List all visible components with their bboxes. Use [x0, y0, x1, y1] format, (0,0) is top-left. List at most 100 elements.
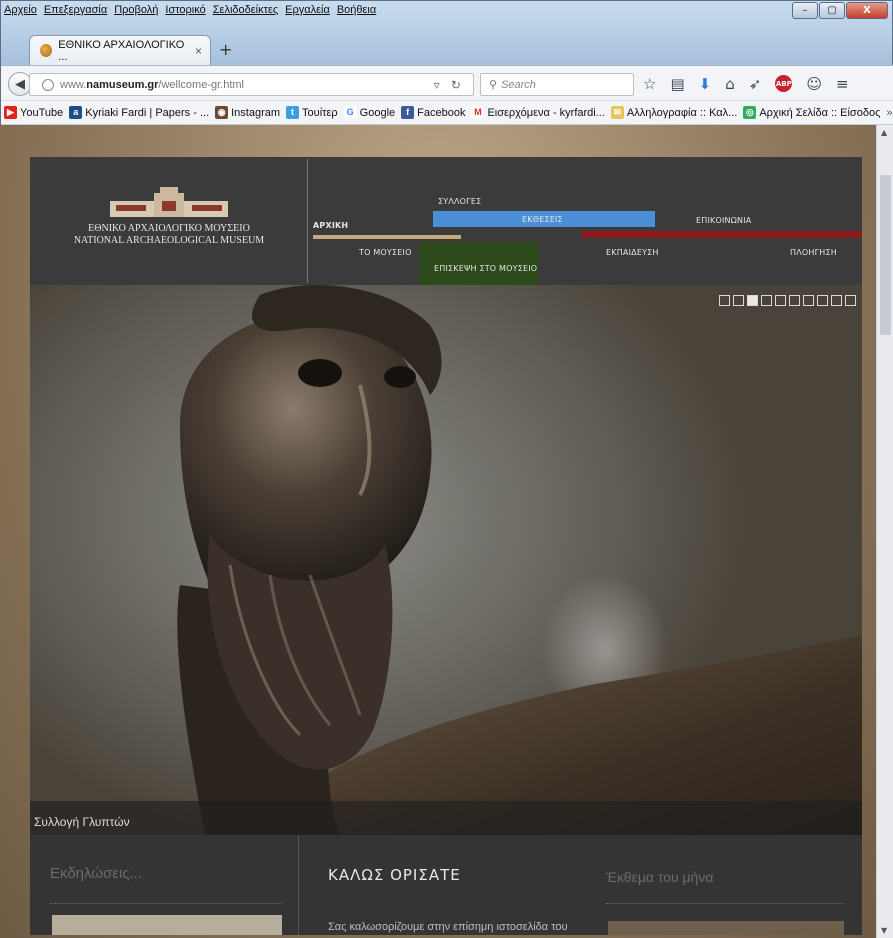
search-input[interactable]: ⚲ Search [480, 73, 634, 96]
bottom-panels: Εκδηλώσεις... ΚΑΛΩΣ ΟΡΙΣΑΤΕ Σας καλωσορί… [30, 835, 862, 935]
zeus-bronze-statue-image [177, 285, 862, 835]
menu-file[interactable]: Αρχείο [4, 4, 37, 16]
nav-contact[interactable]: ΕΠΙΚΟΙΝΩΝΙΑ [696, 216, 751, 225]
minimize-button[interactable]: – [792, 2, 818, 19]
send-icon[interactable]: ➶ [749, 75, 762, 93]
url-text: www.namuseum.gr/wellcome-gr.html [60, 78, 244, 91]
bookmark-label: Αλληλογραφία :: Καλ... [626, 106, 738, 119]
menu-edit[interactable]: Επεξεργασία [44, 4, 107, 16]
scroll-up-icon[interactable]: ▲ [881, 128, 887, 137]
navigation-toolbar: ◀ www.namuseum.gr/wellcome-gr.html ▿ ↻ ⚲… [1, 65, 893, 101]
hamburger-menu-icon[interactable]: ≡ [836, 75, 849, 93]
nav-education[interactable]: ΕΚΠΑΙΔΕΥΣΗ [606, 248, 659, 257]
toolbar-icons: ☆ ▤ ⬇ ⌂ ➶ ABP ☺ ≡ [643, 75, 849, 93]
reload-icon[interactable]: ▿ ↻ [434, 78, 465, 92]
nav-museum[interactable]: ΤΟ ΜΟΥΣΕΙΟ [359, 248, 412, 257]
instagram-icon: ◉ [215, 106, 229, 119]
nav-collections[interactable]: ΣΥΛΛΟΓΕΣ [438, 197, 481, 206]
bookmark-item[interactable]: M Εισερχόμενα - kyrfardi... [471, 106, 605, 119]
slider-dot[interactable] [775, 295, 786, 306]
scroll-down-icon[interactable]: ▼ [881, 926, 887, 935]
youtube-icon: ▶ [4, 106, 17, 119]
bookmark-label: Facebook [417, 106, 466, 119]
hero-slider[interactable]: Συλλογή Γλυπτών [30, 285, 862, 835]
academia-icon: a [69, 106, 83, 119]
menu-view[interactable]: Προβολή [114, 4, 158, 16]
home-icon[interactable]: ⌂ [725, 75, 735, 93]
globe-icon [42, 78, 54, 91]
bookmark-label: Τουίτερ [302, 106, 338, 119]
menu-help[interactable]: Βοήθεια [337, 4, 376, 16]
scrollbar-thumb[interactable] [880, 175, 891, 335]
close-window-button[interactable]: X [846, 2, 888, 19]
nav-navigation[interactable]: ΠΛΟΗΓΗΣΗ [790, 248, 837, 257]
slider-dot[interactable] [719, 295, 730, 306]
mail-icon: ✉ [610, 106, 624, 119]
bookmark-item[interactable]: ◉ Instagram [215, 106, 280, 119]
bookmark-item[interactable]: ◎ Αρχική Σελίδα :: Είσοδος [743, 106, 880, 119]
tab-close-icon[interactable]: × [195, 44, 202, 58]
google-icon: G [343, 106, 357, 119]
exhibit-divider [606, 903, 844, 904]
menu-history[interactable]: Ιστορικό [165, 4, 205, 16]
bookmark-label: Instagram [231, 106, 281, 119]
nav-home[interactable]: ΑΡΧΙΚΗ [313, 221, 348, 230]
nav-visit[interactable]: ΕΠΙΣΚΕΨΗ ΣΤΟ ΜΟΥΣΕΙΟ [434, 264, 537, 273]
chat-icon[interactable]: ☺ [806, 75, 822, 93]
bookmarks-overflow-icon[interactable]: » [886, 107, 892, 119]
events-heading[interactable]: Εκδηλώσεις... [50, 865, 142, 882]
menu-tools[interactable]: Εργαλεία [285, 4, 330, 16]
gmail-icon: M [471, 106, 485, 119]
bookmark-item[interactable]: G Google [343, 106, 396, 119]
adblock-icon[interactable]: ABP [775, 75, 793, 92]
maximize-button[interactable]: ▢ [819, 2, 845, 19]
bookmark-item[interactable]: ✉ Αλληλογραφία :: Καλ... [610, 106, 738, 119]
slider-dot[interactable] [803, 295, 814, 306]
bookmark-item[interactable]: ▶ YouTube [4, 106, 63, 119]
bookmark-label: Kyriaki Fardi | Papers - ... [85, 106, 210, 119]
page-scrollbar[interactable]: ▲ ▼ [876, 125, 893, 938]
bookmark-item[interactable]: f Facebook [401, 106, 465, 119]
slider-dot[interactable] [845, 295, 856, 306]
column-divider [298, 835, 299, 935]
url-bar[interactable]: www.namuseum.gr/wellcome-gr.html ▿ ↻ [29, 73, 474, 96]
download-icon[interactable]: ⬇ [699, 75, 712, 93]
hero-caption: Συλλογή Γλυπτών [30, 801, 862, 835]
nav-bar-contact [581, 231, 862, 238]
slider-dot[interactable] [789, 295, 800, 306]
bookmark-label: Google [359, 106, 396, 119]
slider-dot[interactable] [817, 295, 828, 306]
menu-bookmarks[interactable]: Σελιδοδείκτες [213, 4, 278, 16]
bookmark-label: Αρχική Σελίδα :: Είσοδος [759, 106, 881, 119]
reading-list-icon[interactable]: ▤ [670, 75, 684, 93]
events-divider [50, 903, 282, 904]
slider-pagination [719, 295, 856, 306]
events-thumbnail[interactable] [52, 915, 282, 935]
slider-dot[interactable] [747, 295, 758, 306]
exhibit-of-month-heading[interactable]: Έκθεμα του μήνα [606, 869, 714, 885]
slider-dot[interactable] [831, 295, 842, 306]
bookmark-item[interactable]: a Kyriaki Fardi | Papers - ... [69, 106, 209, 119]
nav-bar-home [313, 235, 461, 239]
bookmark-label: Εισερχόμενα - kyrfardi... [487, 106, 605, 119]
museum-site: ΕΘΝΙΚΟ ΑΡΧΑΙΟΛΟΓΙΚΟ ΜΟΥΣΕΙΟ NATIONAL ARC… [30, 157, 862, 935]
tab-title: ΕΘΝΙΚΟ ΑΡΧΑΙΟΛΟΓΙΚΟ ... [58, 38, 185, 63]
site-header: ΕΘΝΙΚΟ ΑΡΧΑΙΟΛΟΓΙΚΟ ΜΟΥΣΕΙΟ NATIONAL ARC… [30, 157, 862, 285]
new-tab-button[interactable]: + [219, 40, 232, 59]
logo-title-english: NATIONAL ARCHAEOLOGICAL MUSEUM [73, 235, 265, 246]
exhibit-thumbnail[interactable] [608, 921, 844, 935]
museum-logo[interactable]: ΕΘΝΙΚΟ ΑΡΧΑΙΟΛΟΓΙΚΟ ΜΟΥΣΕΙΟ NATIONAL ARC… [30, 157, 308, 285]
slider-dot[interactable] [733, 295, 744, 306]
tab-namuseum[interactable]: ΕΘΝΙΚΟ ΑΡΧΑΙΟΛΟΓΙΚΟ ... × [29, 35, 211, 65]
nav-exhibitions[interactable]: ΕΚΘΕΣΕΙΣ [522, 215, 563, 224]
window-controls: – ▢ X [792, 2, 888, 19]
welcome-text: Σας καλωσορίζουμε στην επίσημη ιστοσελίδ… [328, 921, 568, 933]
logo-divider [307, 159, 308, 283]
bookmark-star-icon[interactable]: ☆ [643, 75, 656, 93]
slider-dot[interactable] [761, 295, 772, 306]
menu-bar: Αρχείο Επεξεργασία Προβολή Ιστορικό Σελι… [1, 1, 893, 19]
back-arrow-icon: ◀ [15, 76, 25, 92]
bookmark-item[interactable]: t Τουίτερ [286, 106, 338, 119]
page-viewport: ΕΘΝΙΚΟ ΑΡΧΑΙΟΛΟΓΙΚΟ ΜΟΥΣΕΙΟ NATIONAL ARC… [0, 125, 876, 938]
site-icon: ◎ [743, 106, 757, 119]
